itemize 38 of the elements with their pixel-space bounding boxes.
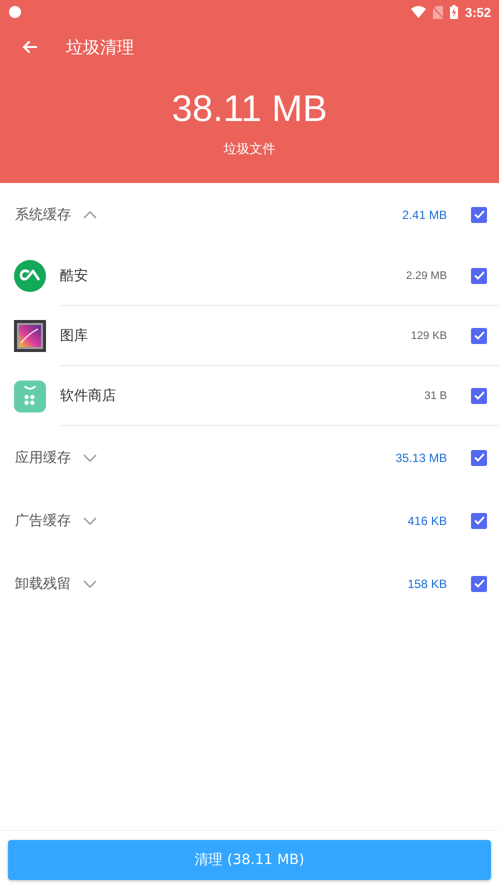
app-cache-size: 129 KB [410, 330, 447, 342]
category-label: 卸载残留 [15, 574, 71, 592]
notification-dot-icon [9, 6, 21, 18]
category-label: 广告缓存 [15, 512, 71, 530]
category-size: 416 KB [408, 514, 447, 528]
battery-icon [450, 5, 458, 19]
gallery-icon [14, 320, 46, 352]
chevron-down-icon[interactable] [83, 580, 97, 588]
category-size: 35.13 MB [396, 450, 447, 464]
category-size: 158 KB [408, 576, 447, 590]
checkbox[interactable] [471, 576, 487, 592]
junk-total-text: 38.11 MB [170, 88, 328, 130]
checkbox[interactable] [471, 268, 487, 284]
junk-caption: 垃圾文件 [222, 141, 276, 158]
chevron-down-icon[interactable] [83, 454, 97, 462]
wifi-icon [410, 6, 426, 18]
clean-button[interactable]: 清理 (38.11 MB) [8, 840, 491, 880]
app-name: 图库 [60, 326, 88, 344]
page-title: 垃圾清理 [66, 36, 134, 58]
app-cache-size: 31 B [424, 390, 447, 402]
checkbox[interactable] [471, 450, 487, 466]
chevron-up-icon[interactable] [83, 210, 97, 218]
back-arrow-icon [22, 40, 38, 54]
checkbox[interactable] [471, 388, 487, 404]
store-icon [14, 380, 46, 412]
category-label: 应用缓存 [15, 448, 71, 466]
app-name: 酷安 [60, 266, 88, 284]
app-cache-size: 2.29 MB [406, 270, 447, 282]
clock-text: 3:52 [464, 4, 491, 20]
app-icon [14, 260, 46, 292]
app-name: 软件商店 [60, 386, 116, 404]
category-label: 系统缓存 [15, 206, 71, 224]
checkbox[interactable] [471, 512, 487, 528]
chevron-down-icon[interactable] [83, 516, 97, 524]
checkbox[interactable] [471, 206, 487, 222]
no-sim-icon [432, 6, 443, 18]
category-size: 2.41 MB [402, 208, 447, 222]
checkbox[interactable] [471, 328, 487, 344]
